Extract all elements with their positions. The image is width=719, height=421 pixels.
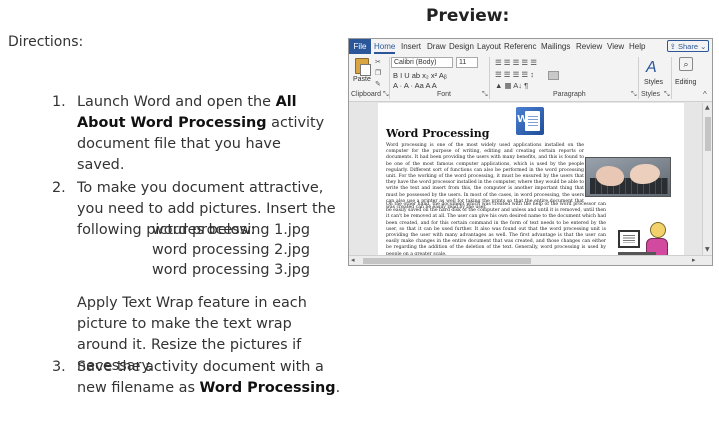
share-label: Share [677, 42, 698, 51]
ribbon-separator [389, 57, 390, 99]
step-1-text-before: Launch Word and open the [77, 94, 276, 110]
tab-home[interactable]: Home [374, 39, 396, 54]
collapse-ribbon-icon[interactable]: ^ [703, 90, 707, 99]
ribbon-separator [671, 57, 672, 99]
font-size-value: 11 [459, 59, 467, 66]
format-painter-icon[interactable]: ✎ [375, 80, 381, 88]
paragraph-row-2[interactable]: ☰ ☰ ☰ ☰ ↕ [495, 70, 534, 79]
share-button[interactable]: ⇪ Share ⌄ [667, 40, 709, 52]
styles-icon[interactable]: A [646, 59, 657, 77]
ribbon-separator [638, 57, 639, 99]
step-2-number: 2. [52, 180, 66, 196]
picture-file-1: word processing 1.jpg [152, 222, 311, 238]
align-left-active-icon[interactable] [548, 71, 559, 80]
paragraph-2-text: On the other hand, the document which wa… [386, 202, 606, 255]
document-canvas: W Word Processing Word processing is one… [349, 103, 702, 255]
share-icon: ⇪ [669, 42, 676, 51]
word-logo-icon: W [516, 107, 544, 135]
font-name-value: Calibri (Body) [394, 59, 437, 66]
picture-file-2: word processing 2.jpg [152, 242, 311, 258]
tab-layout[interactable]: Layout [477, 39, 501, 54]
group-font-label: Font [437, 91, 452, 98]
paste-button-label[interactable]: Paste [353, 76, 371, 83]
home-ribbon: Paste ✂ ❐ ✎ Clipboard ⤡ Calibri (Body) 1… [349, 54, 712, 102]
word-window-screenshot: File Home Insert Draw Design Layout Refe… [348, 38, 713, 266]
tab-draw[interactable]: Draw [427, 39, 446, 54]
woman-at-computer-picture[interactable] [618, 220, 674, 255]
tab-review[interactable]: Review [576, 39, 602, 54]
paragraph-row-1[interactable]: ☰ ☰ ☰ ☰ ☰ [495, 58, 537, 67]
styles-launcher-icon[interactable]: ⤡ [664, 91, 670, 99]
step-3-bold-filename: Word Processing [199, 380, 336, 396]
tab-file[interactable]: File [349, 39, 371, 54]
step-3-text: Save the activity document with a new fi… [77, 357, 342, 399]
ribbon-separator [489, 57, 490, 99]
typing-hands-picture[interactable] [585, 157, 671, 197]
styles-button-label[interactable]: Styles [644, 79, 663, 86]
font-size-select[interactable]: 11 [456, 57, 478, 68]
step-1-text: Launch Word and open the All About Word … [77, 92, 332, 176]
editing-button-label[interactable]: Editing [675, 79, 696, 86]
vertical-scroll-thumb[interactable] [705, 117, 711, 151]
preview-label: Preview: [426, 6, 510, 26]
step-1-number: 1. [52, 94, 66, 110]
scroll-left-icon[interactable]: ◂ [351, 256, 355, 264]
tab-design[interactable]: Design [449, 39, 474, 54]
scroll-right-icon[interactable]: ▸ [692, 256, 696, 264]
tab-help[interactable]: Help [629, 39, 645, 54]
font-format-row-2[interactable]: A · A · Aa A A [393, 81, 437, 90]
tab-view[interactable]: View [607, 39, 624, 54]
clipboard-launcher-icon[interactable]: ⤡ [383, 91, 389, 99]
picture-file-list: word processing 1.jpg word processing 2.… [152, 220, 310, 280]
picture-file-3: word processing 3.jpg [152, 262, 311, 278]
font-name-select[interactable]: Calibri (Body) [391, 57, 453, 68]
font-format-row-1[interactable]: B I U ab x₂ x² Aᵦ [393, 71, 447, 80]
document-page[interactable]: W Word Processing Word processing is one… [378, 103, 684, 255]
cut-icon[interactable]: ✂ [375, 58, 381, 66]
group-paragraph-label: Paragraph [553, 91, 586, 98]
scroll-down-icon[interactable]: ▼ [705, 246, 710, 253]
paragraph-row-3[interactable]: ▲ ▦ A↓ ¶ [495, 81, 528, 90]
tab-mailings[interactable]: Mailings [541, 39, 570, 54]
paragraph-launcher-icon[interactable]: ⤡ [631, 91, 637, 99]
directions-heading: Directions: [8, 34, 84, 50]
vertical-scrollbar[interactable]: ▲ ▼ [702, 103, 712, 255]
tab-insert[interactable]: Insert [401, 39, 421, 54]
step-3-text-after: . [335, 380, 341, 396]
document-title: Word Processing [386, 127, 490, 140]
horizontal-scrollbar[interactable]: ◂ ▸ [349, 255, 712, 265]
paragraph-1-text: Word processing is one of the most widel… [386, 143, 584, 211]
font-launcher-icon[interactable]: ⤡ [482, 91, 488, 99]
chevron-down-icon: ⌄ [700, 42, 707, 51]
search-icon[interactable]: ⌕ [679, 57, 693, 71]
group-styles-label: Styles [641, 91, 661, 98]
group-clipboard-label: Clipboard [351, 91, 381, 98]
paste-icon[interactable] [355, 58, 371, 76]
ribbon-tab-bar: File Home Insert Draw Design Layout Refe… [349, 39, 712, 54]
step-3-number: 3. [52, 359, 66, 375]
tab-references[interactable]: Referenc [504, 39, 536, 54]
copy-icon[interactable]: ❐ [375, 69, 381, 77]
scroll-up-icon[interactable]: ▲ [705, 104, 710, 111]
horizontal-scroll-thumb[interactable] [363, 258, 531, 264]
